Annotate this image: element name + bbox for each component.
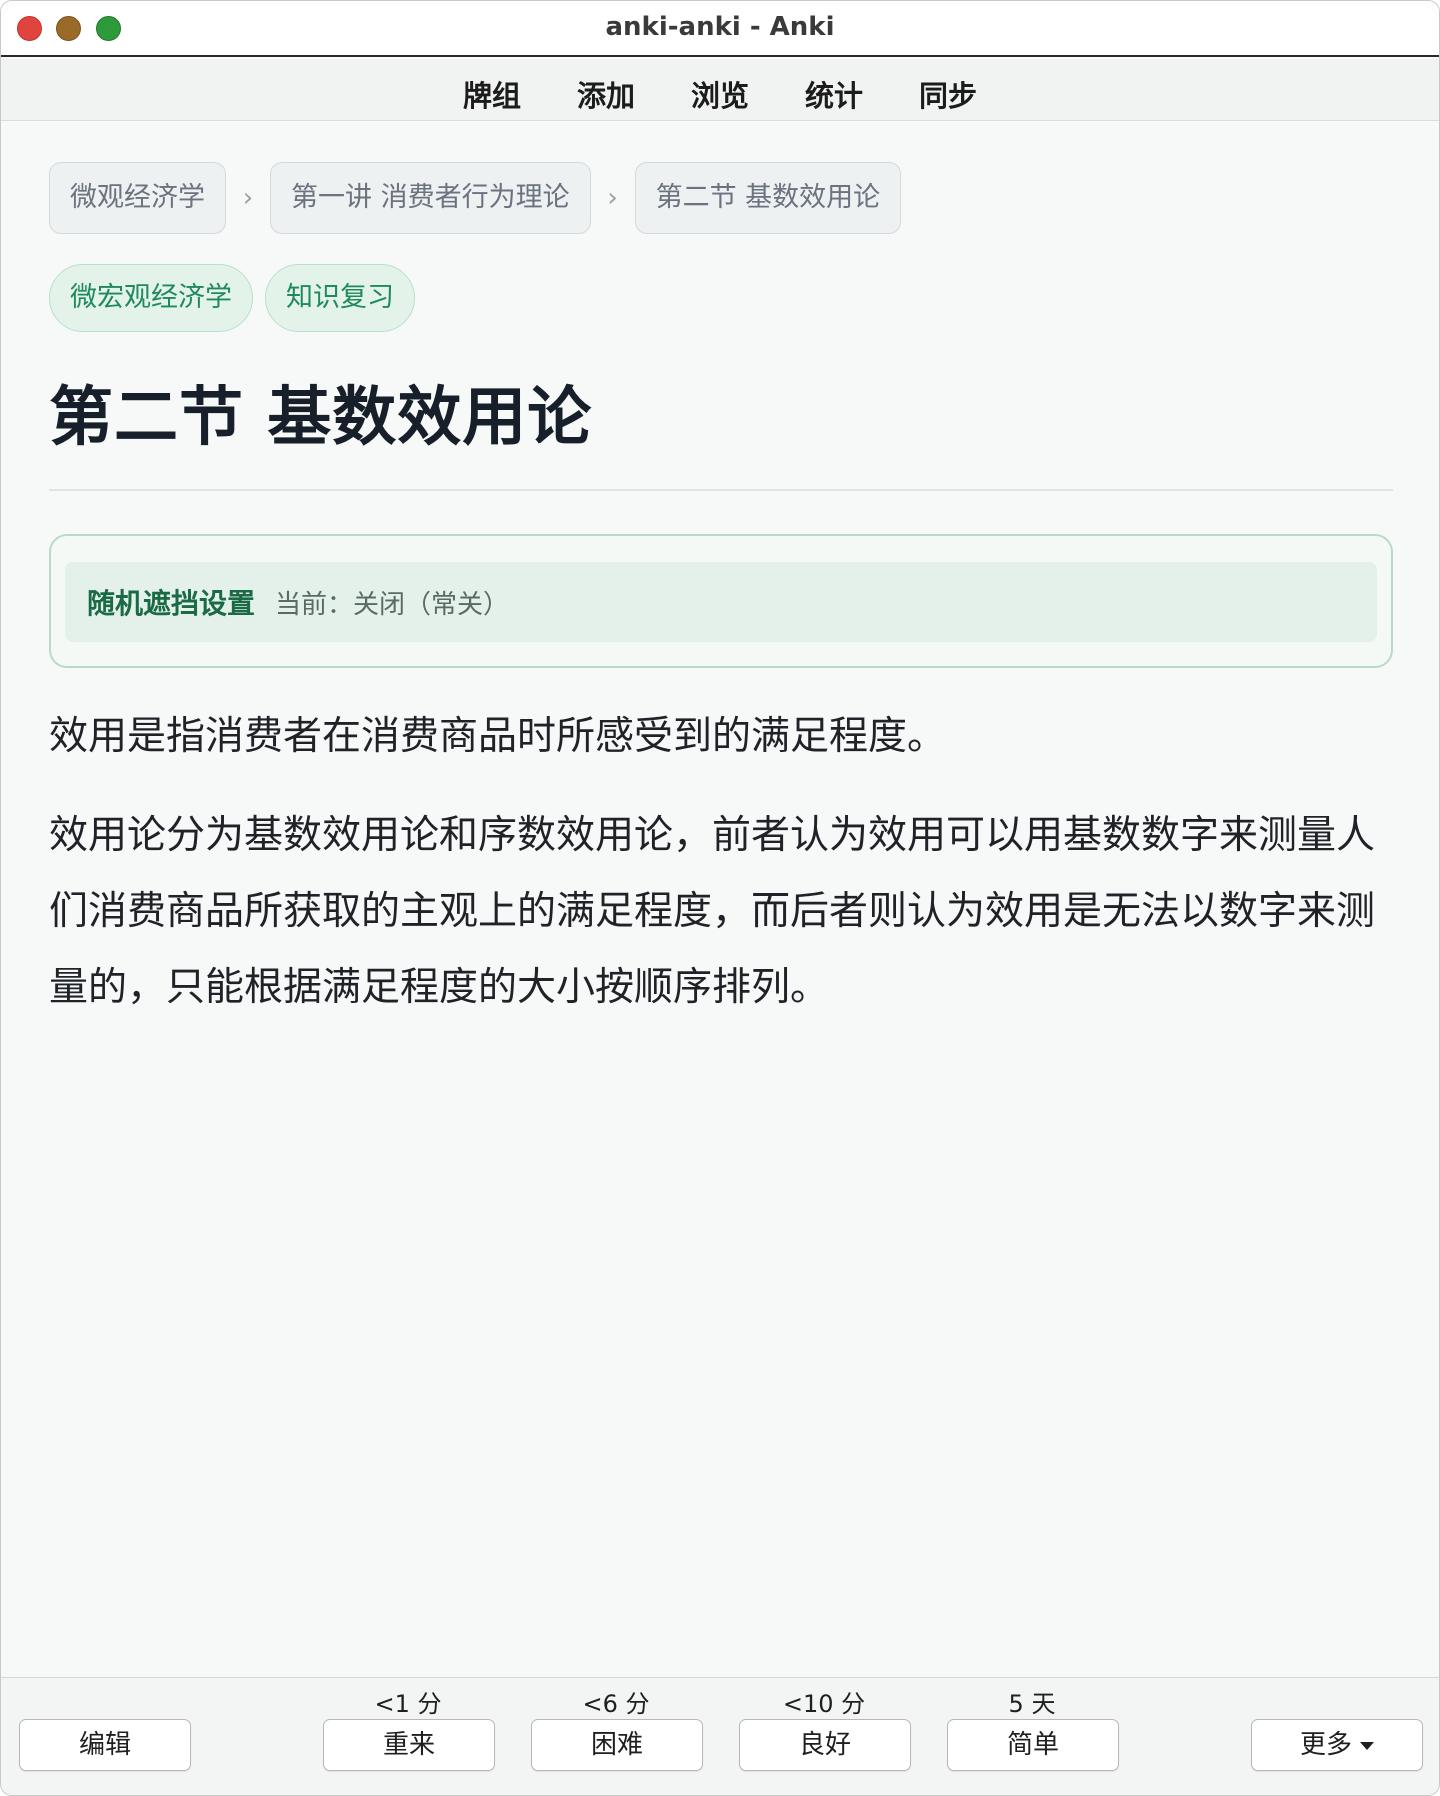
breadcrumb-item: 第二节 基数效用论 (634, 162, 902, 234)
hard-button[interactable]: 困难 (531, 1719, 703, 1771)
breadcrumb: 微观经济学 › 第一讲 消费者行为理论 › 第二节 基数效用论 (49, 162, 902, 234)
easy-button[interactable]: 简单 (947, 1719, 1119, 1771)
chevron-right-icon: › (242, 183, 254, 213)
nav-sync[interactable]: 同步 (891, 69, 1005, 119)
divider (49, 489, 1393, 491)
title-bar: anki-anki - Anki (1, 1, 1439, 57)
paragraph: 效用是指消费者在消费商品时所感受到的满足程度。 (49, 714, 947, 759)
again-button[interactable]: 重来 (323, 1719, 495, 1771)
caret-down-icon (1360, 1741, 1374, 1750)
good-button[interactable]: 良好 (739, 1719, 911, 1771)
more-label: 更多 (1299, 1730, 1352, 1760)
edit-button[interactable]: 编辑 (19, 1719, 191, 1771)
more-button[interactable]: 更多 (1251, 1719, 1423, 1771)
paragraph: 效用论分为基数效用论和序数效用论，前者认为效用可以用基数数字来测量人们消费商品所… (49, 813, 1376, 1010)
good-interval: <10 分 (782, 1690, 866, 1718)
breadcrumb-item: 第一讲 消费者行为理论 (270, 162, 591, 234)
breadcrumb-item: 微观经济学 (49, 162, 226, 234)
random-mask-label: 随机遮挡设置 (87, 587, 256, 620)
easy-interval: 5 天 (1008, 1690, 1056, 1718)
top-nav: 牌组 添加 浏览 统计 同步 (1, 59, 1439, 121)
tag: 知识复习 (265, 264, 415, 332)
review-bottom-bar: 编辑 <1 分 重来 <6 分 困难 <10 分 良好 5 天 简单 更多 (1, 1677, 1439, 1795)
tag: 微宏观经济学 (49, 264, 253, 332)
nav-stats[interactable]: 统计 (777, 69, 891, 119)
nav-browse[interactable]: 浏览 (663, 69, 777, 119)
page-title: 第二节 基数效用论 (49, 381, 593, 455)
random-mask-settings[interactable]: 随机遮挡设置 当前：关闭（常关） (49, 534, 1393, 668)
tag-list: 微宏观经济学 知识复习 (49, 264, 415, 332)
random-mask-status: 当前：关闭（常关） (275, 589, 510, 620)
hard-interval: <6 分 (582, 1690, 650, 1718)
chevron-right-icon: › (607, 183, 618, 213)
again-interval: <1 分 (374, 1690, 442, 1718)
window-title: anki-anki - Anki (605, 12, 835, 42)
nav-add[interactable]: 添加 (549, 69, 663, 119)
anki-window: anki-anki - Anki 牌组 添加 浏览 统计 同步 微观经济学 › … (0, 0, 1440, 1796)
nav-decks[interactable]: 牌组 (435, 69, 549, 119)
